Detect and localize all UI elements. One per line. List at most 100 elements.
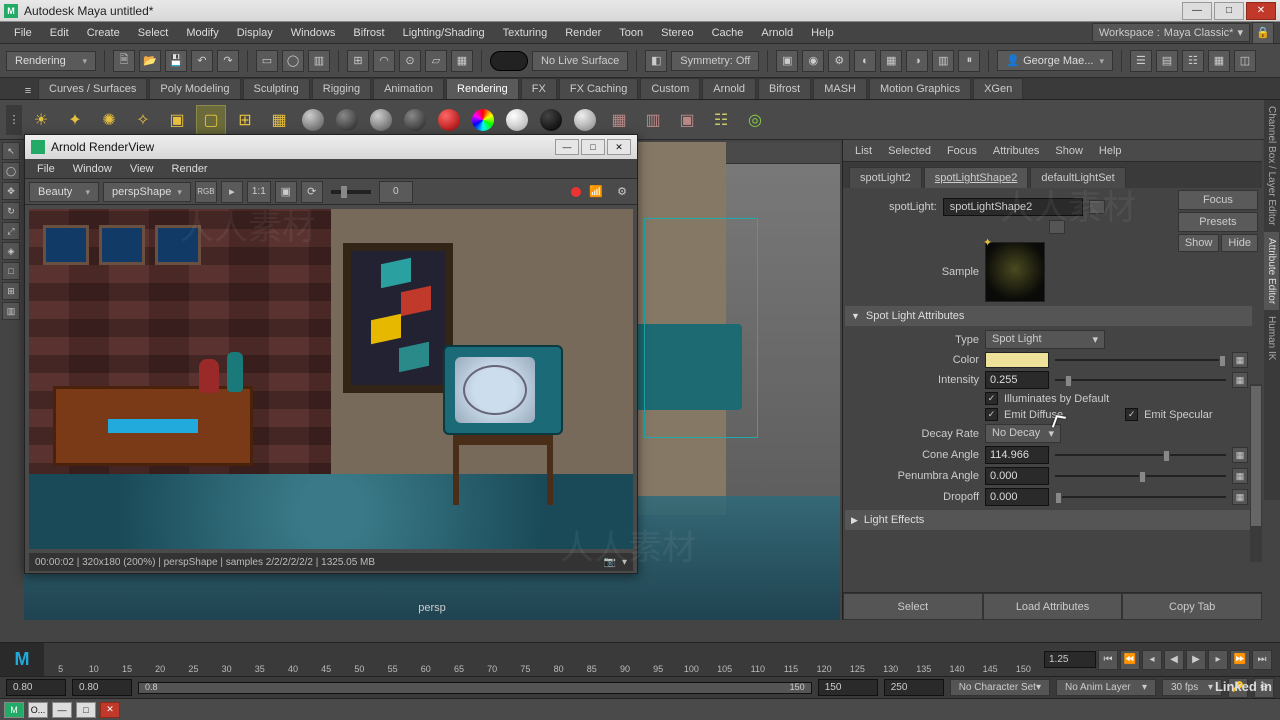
ae-nodename-input[interactable]: spotLightShape2 xyxy=(943,198,1083,216)
ae-menu-selected[interactable]: Selected xyxy=(882,143,937,159)
render-frame-icon[interactable]: ▣ xyxy=(776,50,798,72)
ae-decay-dropdown[interactable]: No Decay▾ xyxy=(985,424,1061,443)
step-back-button[interactable]: ◂ xyxy=(1142,650,1162,670)
lasso-tool-icon[interactable]: ◯ xyxy=(282,50,304,72)
rv-frame-input[interactable]: 0 xyxy=(379,181,413,203)
live-surface-dropdown[interactable]: No Live Surface xyxy=(532,51,628,71)
rv-camera-dropdown[interactable]: perspShape xyxy=(103,182,191,202)
snap-plane-icon[interactable]: ▱ xyxy=(425,50,447,72)
menu-edit[interactable]: Edit xyxy=(42,24,77,42)
tab-sculpting[interactable]: Sculpting xyxy=(243,78,310,99)
layout-custom[interactable]: ▥ xyxy=(2,302,20,320)
ae-penumbra-slider[interactable] xyxy=(1055,469,1226,483)
taskbar-item[interactable]: O... xyxy=(28,702,48,718)
taskbar-min-icon[interactable]: — xyxy=(52,702,72,718)
blinn-icon[interactable] xyxy=(366,105,396,135)
check-icon[interactable]: ◎ xyxy=(740,105,770,135)
light-editor-icon[interactable]: ◑ xyxy=(906,50,928,72)
snap-curve-icon[interactable]: ◠ xyxy=(373,50,395,72)
ai-standard-icon[interactable] xyxy=(570,105,600,135)
phong-icon[interactable] xyxy=(400,105,430,135)
ae-output-conn-icon[interactable] xyxy=(1049,220,1065,234)
module-selector[interactable]: Rendering xyxy=(6,51,96,71)
render-settings-shelf-icon[interactable]: ⊞ xyxy=(230,105,260,135)
close-button[interactable]: ✕ xyxy=(1246,2,1276,20)
range-slider[interactable]: 0.80 0.80 0.8 150 150 250 No Character S… xyxy=(0,676,1280,698)
point-light-icon[interactable]: ✺ xyxy=(94,105,124,135)
rv-record-icon[interactable] xyxy=(571,187,581,197)
directional-light-icon[interactable]: ✦ xyxy=(60,105,90,135)
ae-section-spotlight[interactable]: ▼ Spot Light Attributes xyxy=(845,306,1252,326)
tab-polymodeling[interactable]: Poly Modeling xyxy=(149,78,240,99)
rv-menu-render[interactable]: Render xyxy=(164,161,216,177)
tab-bifrost[interactable]: Bifrost xyxy=(758,78,811,99)
ae-show-button[interactable]: Show xyxy=(1178,234,1220,252)
humanik-tab[interactable]: Human IK xyxy=(1264,310,1279,366)
lock-icon[interactable]: 🔒 xyxy=(1252,22,1274,44)
rv-close-button[interactable]: ✕ xyxy=(607,139,631,155)
ae-input-conn-icon[interactable] xyxy=(1089,200,1105,214)
open-scene-icon[interactable]: 📂 xyxy=(139,50,161,72)
symmetry-dropdown[interactable]: Symmetry: Off xyxy=(671,51,759,71)
redo-icon[interactable]: ↷ xyxy=(217,50,239,72)
account-dropdown[interactable]: 👤 George Mae... xyxy=(997,50,1113,71)
menu-render[interactable]: Render xyxy=(557,24,609,42)
save-scene-icon[interactable]: 💾 xyxy=(165,50,187,72)
menu-toon[interactable]: Toon xyxy=(611,24,651,42)
ae-dropoff-slider[interactable] xyxy=(1055,490,1226,504)
menu-stereo[interactable]: Stereo xyxy=(653,24,701,42)
ae-intensity-slider[interactable] xyxy=(1055,373,1226,387)
workspace-selector[interactable]: Workspace : Maya Classic* ▾ xyxy=(1092,23,1250,42)
ae-presets-button[interactable]: Presets xyxy=(1178,212,1258,232)
play-forward-button[interactable]: ▶ xyxy=(1186,650,1206,670)
rv-expand-icon[interactable]: ▾ xyxy=(622,557,627,568)
rv-refresh-icon[interactable]: ⟳ xyxy=(301,181,323,203)
snap-grid-icon[interactable]: ⊞ xyxy=(347,50,369,72)
layout-single[interactable]: □ xyxy=(2,262,20,280)
characterset-dropdown[interactable]: No Character Set▾ xyxy=(950,679,1050,696)
rotate-tool[interactable]: ↻ xyxy=(2,202,20,220)
timeline-end-field[interactable]: 1.25 xyxy=(1044,651,1096,668)
arnold-renderview-window[interactable]: Arnold RenderView — □ ✕ File Window View… xyxy=(24,134,638,574)
ae-emitdiffuse-checkbox[interactable]: ✓ xyxy=(985,408,998,421)
channelbox-tab[interactable]: Channel Box / Layer Editor xyxy=(1264,100,1279,232)
tab-animation[interactable]: Animation xyxy=(373,78,444,99)
ae-menu-attributes[interactable]: Attributes xyxy=(987,143,1045,159)
tab-fxcaching[interactable]: FX Caching xyxy=(559,78,638,99)
select-tool[interactable]: ↖ xyxy=(2,142,20,160)
step-forward-key-button[interactable]: ⏩ xyxy=(1230,650,1250,670)
ambient-light-icon[interactable]: ☀ xyxy=(26,105,56,135)
use-background-icon[interactable] xyxy=(502,105,532,135)
ae-type-dropdown[interactable]: Spot Light▾ xyxy=(985,330,1105,349)
volume-light-icon[interactable]: ▢ xyxy=(196,105,226,135)
menu-windows[interactable]: Windows xyxy=(283,24,344,42)
rv-settings-icon[interactable]: ⚙ xyxy=(611,181,633,203)
lambert-icon[interactable] xyxy=(332,105,362,135)
texture-3d-icon[interactable]: ▦ xyxy=(604,105,634,135)
hypershade-icon[interactable]: ◐ xyxy=(854,50,876,72)
uv-editor-icon[interactable]: ▣ xyxy=(672,105,702,135)
menu-file[interactable]: File xyxy=(6,24,40,42)
ae-focus-button[interactable]: Focus xyxy=(1178,190,1258,210)
rv-scale-1to1[interactable]: 1:1 xyxy=(247,181,271,203)
last-tool[interactable]: ◈ xyxy=(2,242,20,260)
surface-shader-icon[interactable] xyxy=(536,105,566,135)
ae-menu-help[interactable]: Help xyxy=(1093,143,1128,159)
rv-maximize-button[interactable]: □ xyxy=(581,139,605,155)
taskbar-max-icon[interactable]: □ xyxy=(76,702,96,718)
symmetry-icon[interactable]: ◧ xyxy=(645,50,667,72)
rv-rgb-icon[interactable]: RGB xyxy=(195,181,217,203)
ae-intensity-input[interactable]: 0.255 xyxy=(985,371,1049,389)
timeline-ruler[interactable]: 5101520253035404550556065707580859095100… xyxy=(44,643,1040,676)
channel-box-icon[interactable]: ☷ xyxy=(1182,50,1204,72)
play-end-field[interactable]: 150 xyxy=(818,679,878,696)
ae-emitspecular-checkbox[interactable]: ✓ xyxy=(1125,408,1138,421)
scale-tool[interactable]: ⤢ xyxy=(2,222,20,240)
ae-copytab-button[interactable]: Copy Tab xyxy=(1122,593,1262,620)
tab-mash[interactable]: MASH xyxy=(813,78,867,99)
lasso-tool[interactable]: ◯ xyxy=(2,162,20,180)
layered-shader-icon[interactable] xyxy=(434,105,464,135)
tab-arnold[interactable]: Arnold xyxy=(702,78,756,99)
taskbar-close-icon[interactable]: ✕ xyxy=(100,702,120,718)
anim-end-field[interactable]: 250 xyxy=(884,679,944,696)
